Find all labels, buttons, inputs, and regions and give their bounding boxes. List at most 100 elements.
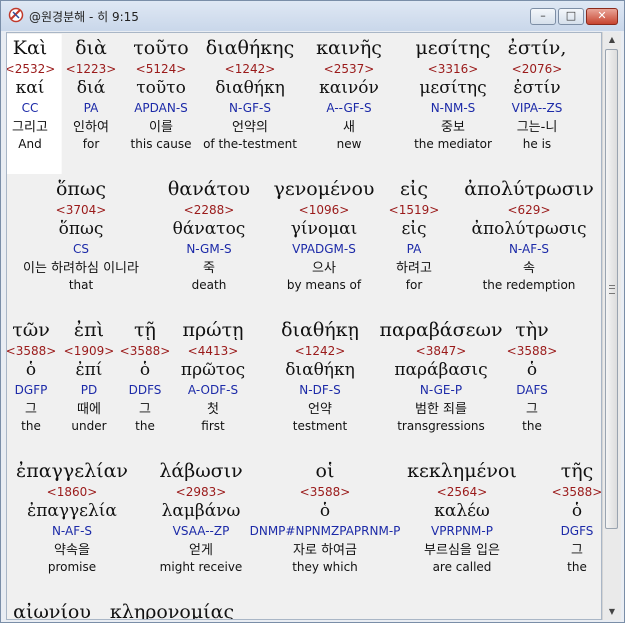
korean-gloss: 그: [571, 543, 583, 558]
strongs-number: <1096>: [298, 203, 350, 217]
lexical-form: ὅπως: [58, 219, 104, 239]
greek-word: εἰς: [400, 178, 428, 200]
greek-word: ὅπως: [55, 178, 107, 200]
greek-word: τῶν: [12, 319, 50, 341]
korean-gloss: 그리고: [12, 120, 48, 135]
lexical-form: ὁ: [25, 360, 37, 380]
interlinear-word[interactable]: τῆς <3588> ὁ DGFS 그 the: [552, 460, 601, 575]
lexical-form: καλέω: [434, 501, 490, 521]
interlinear-word[interactable]: ἐστίν, <2076> ἐστίν VIPA--ZS 그는-니 he is: [508, 37, 567, 152]
scroll-up-arrow-icon[interactable]: ▲: [603, 32, 621, 48]
interlinear-word[interactable]: καινῆς <2537> καινόν A--GF-S 새 new: [316, 37, 382, 152]
parsing-code: N-GE-P: [419, 383, 463, 397]
parsing-code: DGFP: [14, 383, 48, 397]
interlinear-word[interactable]: διὰ <1223> διά PA 인하여 for: [66, 37, 117, 152]
parsing-code: APDAN-S: [134, 101, 188, 115]
grip-icon: [609, 285, 615, 294]
lexical-form: καί: [15, 78, 45, 98]
greek-word: τῇ: [134, 319, 156, 341]
greek-word: οἱ: [315, 460, 335, 482]
interlinear-word[interactable]: τοῦτο <5124> τοῦτο APDAN-S 이를 this cause: [131, 37, 192, 152]
korean-gloss: 자로 하여금: [293, 543, 357, 558]
greek-word: ἐστίν,: [507, 37, 567, 59]
interlinear-word[interactable]: πρώτῃ <4413> πρῶτος A-ODF-S 첫 first: [181, 319, 245, 434]
english-gloss: that: [68, 278, 94, 292]
interlinear-word[interactable]: Καὶ <2532> καί CC 그리고 And: [6, 34, 61, 174]
lexical-form: ἐπί: [75, 360, 103, 380]
minimize-button[interactable]: –: [530, 8, 556, 25]
english-gloss: he is: [522, 137, 552, 151]
korean-gloss: 속: [523, 261, 535, 276]
lexical-form: μεσίτης: [419, 78, 487, 98]
english-gloss: this cause: [130, 137, 192, 151]
english-gloss: the mediator: [414, 137, 492, 151]
lexical-form: παράβασις: [394, 360, 488, 380]
interlinear-word[interactable]: ἐπὶ <1909> ἐπί PD 때에 under: [64, 319, 115, 434]
lexical-form: ὁ: [139, 360, 151, 380]
interlinear-word[interactable]: λάβωσιν <2983> λαμβάνω VSAA--ZP 얻게 might rece…: [159, 460, 242, 575]
parsing-code: N-NM-S: [430, 101, 476, 115]
greek-word: πρώτῃ: [182, 319, 244, 341]
lexical-form: ἐπαγγελία: [27, 501, 117, 521]
english-gloss: new: [336, 137, 362, 151]
close-button[interactable]: ✕: [586, 8, 618, 25]
greek-word: διὰ: [75, 37, 107, 59]
vertical-scrollbar[interactable]: ▲ ▼: [602, 32, 621, 620]
parsing-code: A-ODF-S: [187, 383, 239, 397]
greek-word: λάβωσιν: [159, 460, 243, 482]
korean-gloss: 이는 하려하심 이니라: [23, 261, 139, 276]
parsing-code: A--GF-S: [326, 101, 372, 115]
strongs-number: <2564>: [436, 485, 488, 499]
strongs-number: <629>: [507, 203, 551, 217]
interlinear-word[interactable]: θανάτου <2288> θάνατος N-GM-S 죽 death: [168, 178, 250, 293]
interlinear-word[interactable]: μεσίτης <3316> μεσίτης N-NM-S 중보 the mediator: [414, 37, 492, 152]
strongs-number: <4413>: [187, 344, 239, 358]
interlinear-word[interactable]: διαθήκης <1242> διαθήκη N-GF-S 언약의 of the-tes…: [203, 37, 297, 152]
parsing-code: N-DF-S: [299, 383, 341, 397]
parsing-code: N-GM-S: [186, 242, 232, 256]
strongs-number: <1909>: [63, 344, 115, 358]
interlinear-word[interactable]: αἰωνίου: [13, 601, 91, 619]
greek-word: γενομένου: [273, 178, 375, 200]
interlinear-word[interactable]: εἰς <1519> εἰς PA 하려고 for: [389, 178, 440, 293]
parsing-code: CC: [21, 101, 39, 115]
interlinear-word[interactable]: παραβάσεων <3847> παράβασις N-GE-P 범한 죄를 tran…: [380, 319, 503, 434]
lexical-form: διά: [76, 78, 106, 98]
interlinear-word[interactable]: τῇ <3588> ὁ DDFS 그 the: [120, 319, 171, 434]
interlinear-word[interactable]: τῶν <3588> ὁ DGFP 그 the: [7, 319, 56, 434]
english-gloss: under: [71, 419, 107, 433]
interlinear-word[interactable]: ἀπολύτρωσιν <629> ἀπολύτρωσις N-AF-S 속 the re…: [464, 178, 594, 293]
korean-gloss: 새: [343, 120, 355, 135]
lexical-form: τοῦτο: [136, 78, 186, 98]
scroll-down-arrow-icon[interactable]: ▼: [603, 604, 621, 620]
english-gloss: promise: [47, 560, 97, 574]
interlinear-word[interactable]: διαθήκῃ <1242> διαθήκη N-DF-S 언약 testment: [281, 319, 359, 434]
title-bar[interactable]: @원경분해 - 히 9:15 – □ ✕: [1, 1, 624, 31]
parsing-code: CS: [73, 242, 89, 256]
interlinear-word[interactable]: ὅπως <3704> ὅπως CS 이는 하려하심 이니라 that: [23, 178, 139, 293]
interlinear-word[interactable]: τὴν <3588> ὁ DAFS 그 the: [507, 319, 558, 434]
strongs-number: <2532>: [6, 62, 56, 76]
strongs-number: <2076>: [511, 62, 563, 76]
lexical-form: ἀπολύτρωσις: [471, 219, 587, 239]
lexical-form: θάνατος: [172, 219, 246, 239]
english-gloss: are called: [432, 560, 492, 574]
interlinear-word[interactable]: γενομένου <1096> γίνομαι VPADGM-S 으사 by means…: [274, 178, 375, 293]
interlinear-word[interactable]: κληρονομίας: [110, 601, 234, 619]
interlinear-text-view[interactable]: Καὶ <2532> καί CC 그리고 And διὰ <1223> διά PA 인하여 for…: [6, 32, 602, 620]
strongs-number: <3847>: [415, 344, 467, 358]
korean-gloss: 범한 죄를: [415, 402, 467, 417]
interlinear-word[interactable]: οἱ <3588> ὁ DNMP#NPNMZPAPRNM-P 자로 하여금 they wh…: [250, 460, 401, 575]
scroll-thumb[interactable]: [605, 49, 618, 529]
app-logo-icon: [8, 7, 24, 23]
maximize-button[interactable]: □: [558, 8, 584, 25]
korean-gloss: 죽: [203, 261, 215, 276]
korean-gloss: 그: [25, 402, 37, 417]
strongs-number: <2537>: [323, 62, 375, 76]
interlinear-word[interactable]: ἐπαγγελίαν <1860> ἐπαγγελία N-AF-S 약속을 promis…: [16, 460, 128, 575]
interlinear-word[interactable]: κεκλημένοι <2564> καλέω VPRPNM-P 부르심을 입은 are …: [407, 460, 517, 575]
strongs-number: <1242>: [294, 344, 346, 358]
lexical-form: ὁ: [526, 360, 538, 380]
english-gloss: might receive: [159, 560, 243, 574]
korean-gloss: 그: [526, 402, 538, 417]
